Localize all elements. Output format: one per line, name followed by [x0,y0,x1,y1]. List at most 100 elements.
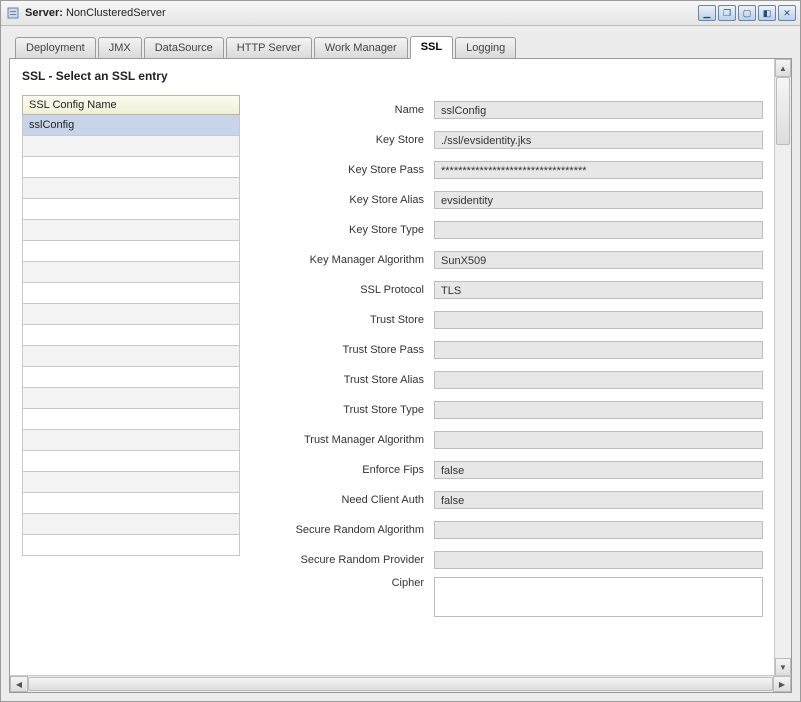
form-row: Secure Random Algorithm [252,515,763,545]
list-item[interactable]: sslConfig [22,115,240,136]
field-trust-store-type[interactable] [434,401,763,419]
form-row: Enforce Fipsfalse [252,455,763,485]
field-label: Trust Store [252,314,434,326]
form-row: SSL ProtocolTLS [252,275,763,305]
list-item[interactable] [22,199,240,220]
maximize-button[interactable]: ▢ [738,5,756,21]
list-item[interactable] [22,136,240,157]
form-row: Key Store Pass**************************… [252,155,763,185]
scroll-thumb[interactable] [776,77,790,145]
scroll-down-icon[interactable]: ▼ [775,658,791,676]
server-icon [5,5,21,21]
form-row: NamesslConfig [252,95,763,125]
list-item[interactable] [22,409,240,430]
field-key-store-alias[interactable]: evsidentity [434,191,763,209]
minimize-button[interactable]: ▁ [698,5,716,21]
form-row: Key Manager AlgorithmSunX509 [252,245,763,275]
scroll-thumb[interactable] [28,677,773,691]
list-item[interactable] [22,514,240,535]
field-label: Secure Random Algorithm [252,524,434,536]
window-title-value: NonClusteredServer [66,7,166,19]
field-label: Cipher [252,577,434,589]
field-trust-store-alias[interactable] [434,371,763,389]
list-item[interactable] [22,241,240,262]
vertical-scrollbar[interactable]: ▲ ▼ [774,59,791,676]
server-window: Server: NonClusteredServer ▁ ❐ ▢ ◧ ✕ Dep… [0,0,801,702]
field-label: Trust Store Alias [252,374,434,386]
field-name[interactable]: sslConfig [434,101,763,119]
content-panel: SSL - Select an SSL entry SSL Config Nam… [9,58,792,693]
field-label: Key Store Alias [252,194,434,206]
list-item[interactable] [22,262,240,283]
field-key-store-type[interactable] [434,221,763,239]
tab-work-manager[interactable]: Work Manager [314,37,408,59]
form-row: Trust Store Pass [252,335,763,365]
field-key-manager-algorithm[interactable]: SunX509 [434,251,763,269]
panel-subtitle: SSL - Select an SSL entry [18,59,767,95]
tab-ssl[interactable]: SSL [410,36,453,59]
scroll-left-icon[interactable]: ◀ [10,676,28,692]
restore-button[interactable]: ❐ [718,5,736,21]
form-row: Trust Manager Algorithm [252,425,763,455]
list-item[interactable] [22,388,240,409]
list-item[interactable] [22,367,240,388]
form-row: Cipher [252,575,763,625]
field-enforce-fips[interactable]: false [434,461,763,479]
form-row: Key Store Type [252,215,763,245]
field-label: Key Store Pass [252,164,434,176]
form-row: Key Store Aliasevsidentity [252,185,763,215]
window-title-prefix: Server: [25,7,63,19]
field-label: Need Client Auth [252,494,434,506]
field-ssl-protocol[interactable]: TLS [434,281,763,299]
tab-deployment[interactable]: Deployment [15,37,96,59]
tab-jmx[interactable]: JMX [98,37,142,59]
horizontal-scrollbar[interactable]: ◀ ▶ [10,675,791,692]
field-trust-store[interactable] [434,311,763,329]
field-label: Trust Store Pass [252,344,434,356]
field-need-client-auth[interactable]: false [434,491,763,509]
field-trust-manager-algorithm[interactable] [434,431,763,449]
field-cipher[interactable] [434,577,763,617]
scroll-right-icon[interactable]: ▶ [773,676,791,692]
ssl-config-list: SSL Config Name sslConfig [22,95,240,625]
list-item[interactable] [22,346,240,367]
field-label: Name [252,104,434,116]
ssl-form: NamesslConfigKey Store./ssl/evsidentity.… [252,95,763,625]
scroll-up-icon[interactable]: ▲ [775,59,791,77]
form-row: Key Store./ssl/evsidentity.jks [252,125,763,155]
tab-datasource[interactable]: DataSource [144,37,224,59]
form-row: Trust Store Alias [252,365,763,395]
close-button[interactable]: ✕ [778,5,796,21]
field-label: Trust Manager Algorithm [252,434,434,446]
list-item[interactable] [22,430,240,451]
field-secure-random-algorithm[interactable] [434,521,763,539]
list-item[interactable] [22,157,240,178]
field-trust-store-pass[interactable] [434,341,763,359]
list-item[interactable] [22,325,240,346]
tab-http-server[interactable]: HTTP Server [226,37,312,59]
tabs: DeploymentJMXDataSourceHTTP ServerWork M… [1,26,800,58]
form-row: Secure Random Provider [252,545,763,575]
list-item[interactable] [22,472,240,493]
field-label: Trust Store Type [252,404,434,416]
field-label: Key Manager Algorithm [252,254,434,266]
field-label: Key Store Type [252,224,434,236]
field-key-store[interactable]: ./ssl/evsidentity.jks [434,131,763,149]
list-item[interactable] [22,535,240,556]
tab-logging[interactable]: Logging [455,37,516,59]
field-secure-random-provider[interactable] [434,551,763,569]
list-item[interactable] [22,493,240,514]
field-key-store-pass[interactable]: ********************************** [434,161,763,179]
list-item[interactable] [22,283,240,304]
list-item[interactable] [22,220,240,241]
list-header[interactable]: SSL Config Name [22,95,240,115]
field-label: Secure Random Provider [252,554,434,566]
form-row: Trust Store [252,305,763,335]
field-label: Key Store [252,134,434,146]
window-buttons: ▁ ❐ ▢ ◧ ✕ [698,5,796,21]
list-item[interactable] [22,304,240,325]
field-label: SSL Protocol [252,284,434,296]
list-item[interactable] [22,178,240,199]
maximize-all-button[interactable]: ◧ [758,5,776,21]
list-item[interactable] [22,451,240,472]
